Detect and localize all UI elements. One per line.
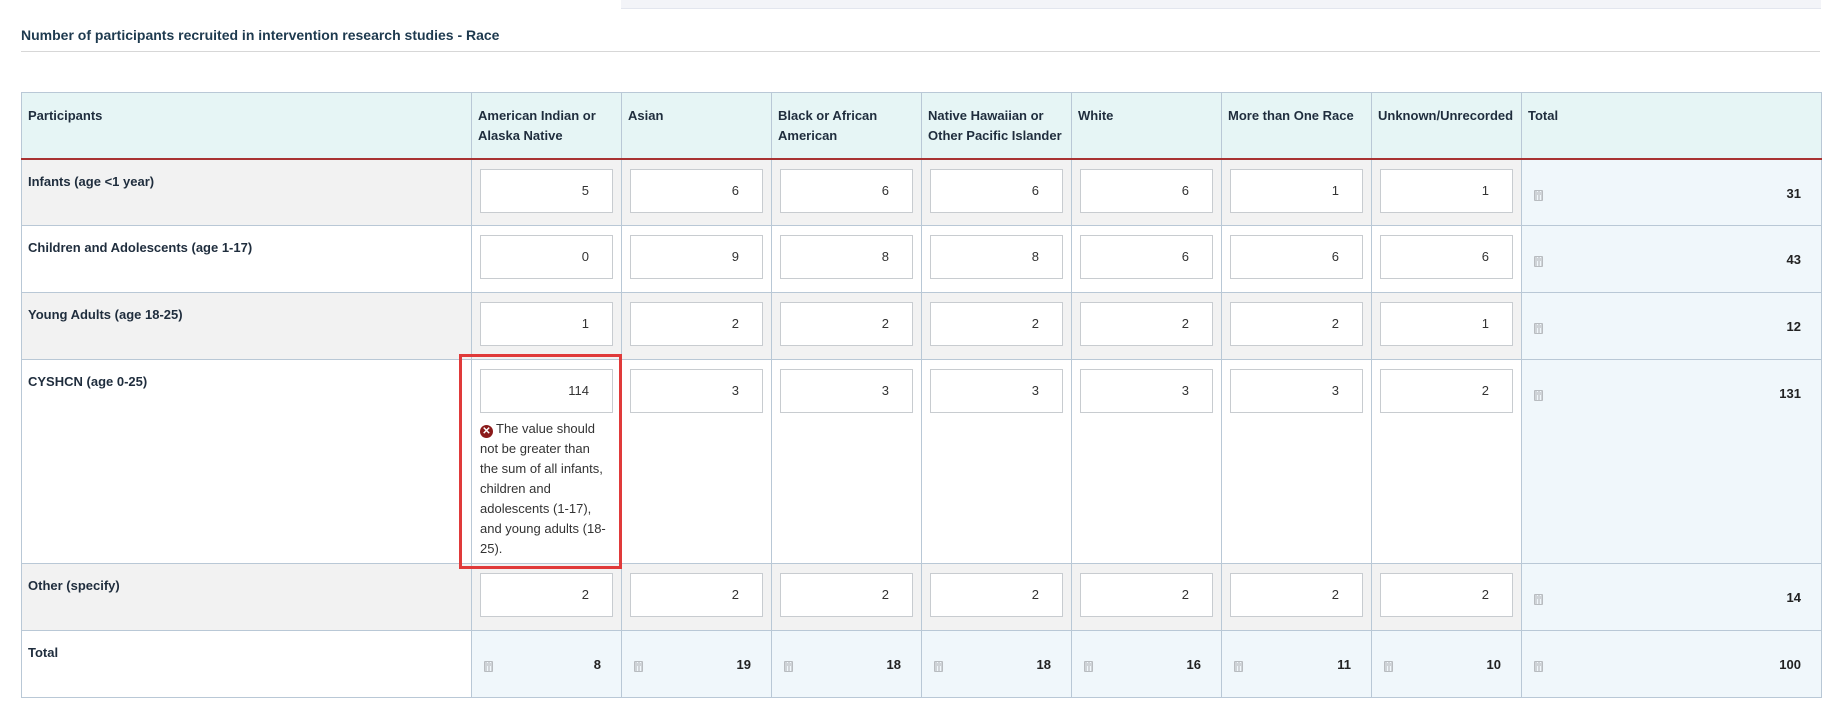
section-title: Number of participants recruited in inte… xyxy=(21,27,1820,52)
calculator-icon xyxy=(1534,189,1543,201)
totals-row: Total 8 19 18 18 16 11 10 100 xyxy=(21,630,1822,698)
input-children-asian[interactable]: 9 xyxy=(630,235,763,279)
header-participants: Participants xyxy=(21,92,472,160)
col-total-american-indian: 8 xyxy=(593,657,601,672)
input-other-native-hawaiian[interactable]: 2 xyxy=(930,573,1063,617)
input-cyshcn-american-indian[interactable]: 114 xyxy=(480,369,613,413)
validation-error-text: The value should not be greater than the… xyxy=(480,421,606,556)
table-row: Other (specify) 2 2 2 2 2 2 2 14 xyxy=(21,563,1822,631)
input-infants-native-hawaiian[interactable]: 6 xyxy=(930,168,1063,213)
input-other-unknown[interactable]: 2 xyxy=(1380,573,1513,617)
calculator-icon xyxy=(1534,323,1543,334)
calculator-icon xyxy=(1384,661,1393,672)
input-children-black[interactable]: 8 xyxy=(780,235,913,279)
col-total-more-than-one: 11 xyxy=(1337,657,1351,672)
input-young-adults-asian[interactable]: 2 xyxy=(630,302,763,346)
header-unknown: Unknown/Unrecorded xyxy=(1371,92,1522,160)
input-other-more-than-one[interactable]: 2 xyxy=(1230,573,1363,617)
input-cyshcn-asian[interactable]: 3 xyxy=(630,369,763,413)
header-american-indian: American Indian or Alaska Native xyxy=(471,92,622,160)
row-label-cyshcn: CYSHCN (age 0-25) xyxy=(21,359,472,564)
input-other-american-indian[interactable]: 2 xyxy=(480,573,613,617)
row-total-other: 14 xyxy=(1786,590,1801,605)
error-circle-icon: ✕ xyxy=(480,425,493,438)
row-label-infants: Infants (age <1 year) xyxy=(21,158,472,226)
input-cyshcn-black[interactable]: 3 xyxy=(780,369,913,413)
calculator-icon xyxy=(934,661,943,672)
input-cyshcn-native-hawaiian[interactable]: 3 xyxy=(930,369,1063,413)
table-header-row: Participants American Indian or Alaska N… xyxy=(21,92,1822,160)
header-total: Total xyxy=(1521,92,1822,160)
top-panel-strip xyxy=(621,0,1821,9)
input-young-adults-unknown[interactable]: 1 xyxy=(1380,302,1513,346)
input-cyshcn-more-than-one[interactable]: 3 xyxy=(1230,369,1363,413)
input-infants-unknown[interactable]: 1 xyxy=(1380,168,1513,213)
calculator-icon xyxy=(634,661,643,672)
input-children-native-hawaiian[interactable]: 8 xyxy=(930,235,1063,279)
input-young-adults-black[interactable]: 2 xyxy=(780,302,913,346)
calculator-icon xyxy=(1534,390,1543,401)
row-total-young-adults: 12 xyxy=(1786,319,1801,334)
calculator-icon xyxy=(1234,661,1243,672)
calculator-icon xyxy=(1084,661,1093,672)
input-children-white[interactable]: 6 xyxy=(1080,235,1213,279)
col-total-native-hawaiian: 18 xyxy=(1036,657,1051,672)
input-infants-black[interactable]: 6 xyxy=(780,168,913,213)
row-label-total: Total xyxy=(21,630,472,698)
row-label-other: Other (specify) xyxy=(21,563,472,631)
input-infants-asian[interactable]: 6 xyxy=(630,168,763,213)
input-young-adults-white[interactable]: 2 xyxy=(1080,302,1213,346)
table-row: Young Adults (age 18-25) 1 2 2 2 2 2 1 1… xyxy=(21,292,1822,360)
input-young-adults-more-than-one[interactable]: 2 xyxy=(1230,302,1363,346)
header-white: White xyxy=(1071,92,1222,160)
row-total-children: 43 xyxy=(1786,252,1801,267)
col-total-white: 16 xyxy=(1186,657,1201,672)
calculator-icon xyxy=(1534,661,1543,672)
input-children-unknown[interactable]: 6 xyxy=(1380,235,1513,279)
row-total-cyshcn: 131 xyxy=(1779,386,1801,401)
header-asian: Asian xyxy=(621,92,772,160)
table-row: Children and Adolescents (age 1-17) 0 9 … xyxy=(21,225,1822,293)
validation-error: ✕ The value should not be greater than th… xyxy=(480,419,611,559)
header-more-than-one: More than One Race xyxy=(1221,92,1372,160)
col-total-black: 18 xyxy=(886,657,901,672)
input-cyshcn-unknown[interactable]: 2 xyxy=(1380,369,1513,413)
input-children-more-than-one[interactable]: 6 xyxy=(1230,235,1363,279)
header-black: Black or African American xyxy=(771,92,922,160)
input-children-american-indian[interactable]: 0 xyxy=(480,235,613,279)
row-label-young-adults: Young Adults (age 18-25) xyxy=(21,292,472,360)
col-total-unknown: 10 xyxy=(1486,657,1501,672)
input-young-adults-american-indian[interactable]: 1 xyxy=(480,302,613,346)
input-other-black[interactable]: 2 xyxy=(780,573,913,617)
table-row: CYSHCN (age 0-25) 114 ✕ The value should … xyxy=(21,359,1822,564)
input-young-adults-native-hawaiian[interactable]: 2 xyxy=(930,302,1063,346)
input-other-asian[interactable]: 2 xyxy=(630,573,763,617)
header-native-hawaiian: Native Hawaiian or Other Pacific Islande… xyxy=(921,92,1072,160)
calculator-icon xyxy=(1534,256,1543,267)
row-total-infants: 31 xyxy=(1786,185,1801,201)
col-total-asian: 19 xyxy=(736,657,751,672)
input-other-white[interactable]: 2 xyxy=(1080,573,1213,617)
row-label-children: Children and Adolescents (age 1-17) xyxy=(21,225,472,293)
calculator-icon xyxy=(784,661,793,672)
input-infants-white[interactable]: 6 xyxy=(1080,168,1213,213)
input-infants-american-indian[interactable]: 5 xyxy=(480,168,613,213)
table-row: Infants (age <1 year) 5 6 6 6 6 1 1 31 xyxy=(21,158,1822,226)
calculator-icon xyxy=(1534,594,1543,605)
calculator-icon xyxy=(484,661,493,672)
grand-total: 100 xyxy=(1779,657,1801,672)
input-cyshcn-white[interactable]: 3 xyxy=(1080,369,1213,413)
input-infants-more-than-one[interactable]: 1 xyxy=(1230,168,1363,213)
race-participants-table: Participants American Indian or Alaska N… xyxy=(21,92,1822,698)
